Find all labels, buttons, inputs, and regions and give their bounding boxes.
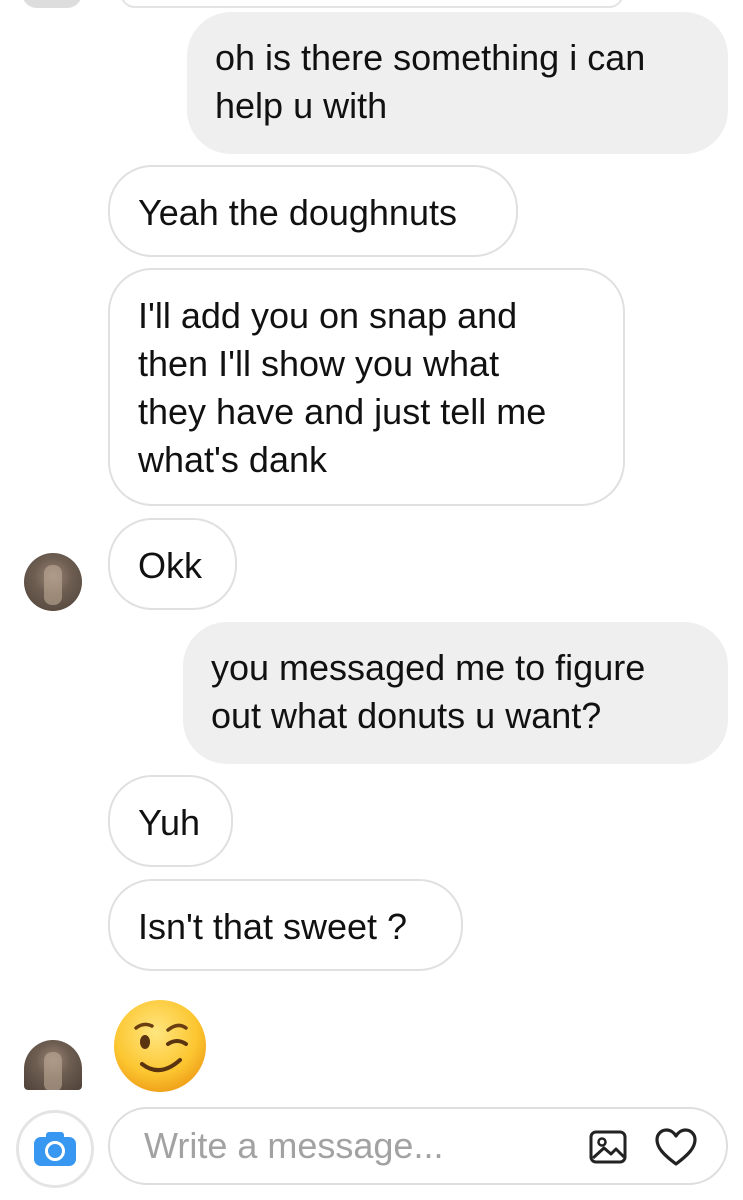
message-text: Yuh bbox=[138, 802, 201, 843]
message-text-line: what's dank bbox=[138, 439, 327, 480]
message-bubble-sent[interactable]: you messaged me to figure out what donut… bbox=[183, 622, 728, 764]
image-icon bbox=[589, 1130, 627, 1164]
message-bubble-received[interactable]: Yeah the doughnuts bbox=[108, 165, 518, 257]
heart-icon bbox=[655, 1128, 697, 1166]
winking-face-emoji-message[interactable] bbox=[112, 998, 208, 1094]
message-bubble-sent[interactable]: oh is there something i can help u with bbox=[187, 12, 728, 154]
message-text: Isn't that sweet ? bbox=[138, 906, 408, 947]
message-text: Yeah the doughnuts bbox=[138, 192, 457, 233]
message-text: Okk bbox=[138, 545, 203, 586]
message-bubble-received[interactable]: Okk bbox=[108, 518, 237, 610]
gallery-button[interactable] bbox=[586, 1125, 630, 1169]
message-bubble-partial bbox=[120, 0, 624, 8]
message-text-line: I'll add you on snap and bbox=[138, 295, 518, 336]
message-text-line: you messaged me to figure bbox=[211, 647, 646, 688]
message-bubble-received[interactable]: I'll add you on snap and then I'll show … bbox=[108, 268, 625, 506]
camera-button[interactable] bbox=[16, 1110, 94, 1188]
message-text-line: out what donuts u want? bbox=[211, 695, 602, 736]
message-composer[interactable] bbox=[108, 1107, 728, 1185]
message-bubble-received[interactable]: Isn't that sweet ? bbox=[108, 879, 463, 971]
like-button[interactable] bbox=[654, 1125, 698, 1169]
message-text-line: they have and just tell me bbox=[138, 391, 547, 432]
message-text-line: help u with bbox=[215, 85, 388, 126]
sender-avatar[interactable] bbox=[24, 1040, 82, 1090]
winking-face-icon bbox=[114, 1000, 206, 1092]
message-text-line: oh is there something i can bbox=[215, 37, 646, 78]
avatar bbox=[22, 0, 82, 8]
message-bubble-received[interactable]: Yuh bbox=[108, 775, 233, 867]
chat-screen: oh is there something i can help u with … bbox=[0, 0, 743, 1200]
sender-avatar[interactable] bbox=[24, 553, 82, 611]
message-input[interactable] bbox=[144, 1109, 564, 1183]
camera-icon bbox=[34, 1132, 76, 1166]
message-text-line: then I'll show you what bbox=[138, 343, 500, 384]
